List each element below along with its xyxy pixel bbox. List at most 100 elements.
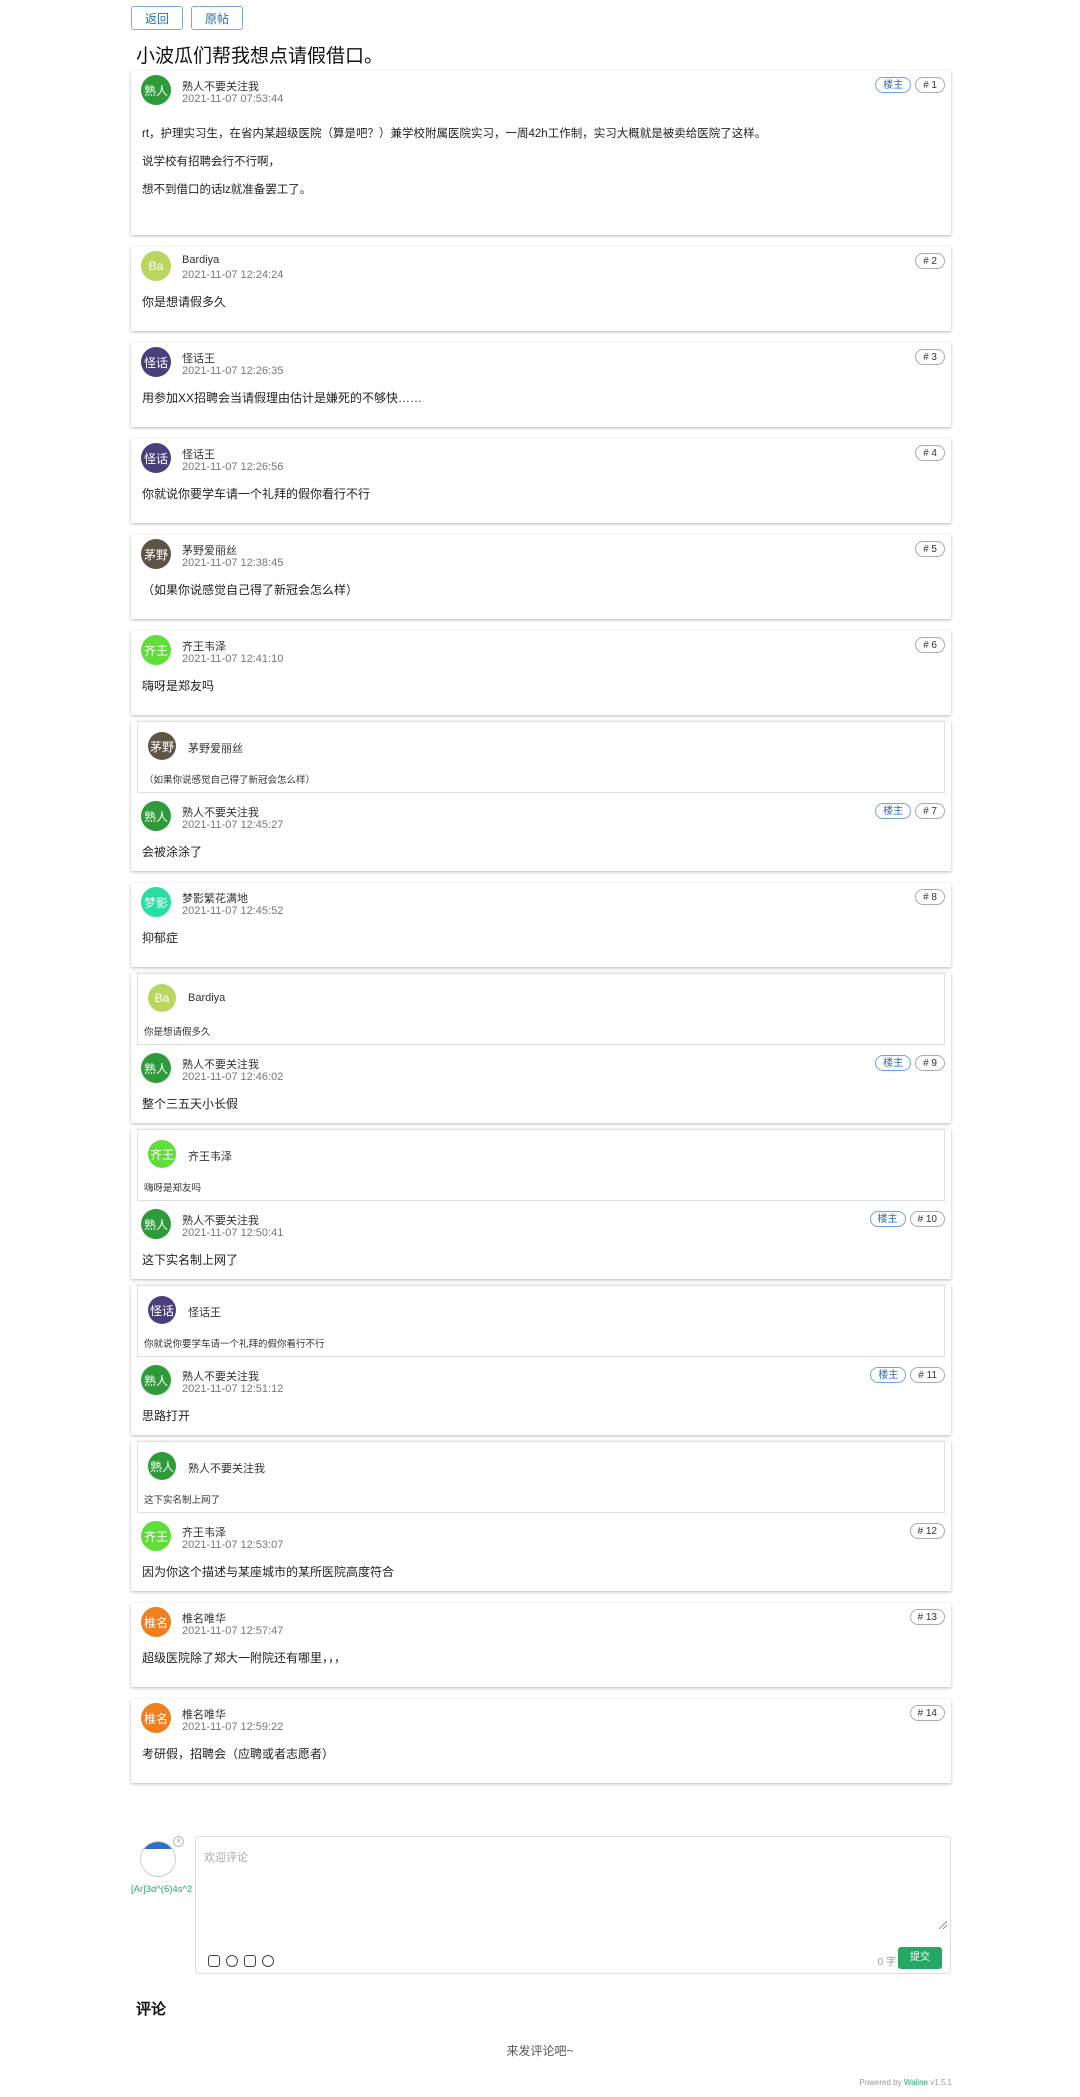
avatar[interactable]: 椎名 bbox=[141, 1607, 171, 1637]
post-header: 怪话 怪话王 2021-11-07 12:26:35 # 3 bbox=[131, 343, 951, 383]
floor-number[interactable]: # 12 bbox=[909, 1523, 945, 1539]
post-header: 熟人 熟人不要关注我 2021-11-07 12:45:27 楼主 # 7 bbox=[131, 797, 951, 837]
post-content: 用参加XX招聘会当请假理由估计是嫌死的不够快…… bbox=[131, 383, 951, 427]
floor-number[interactable]: # 5 bbox=[915, 541, 945, 557]
post-time: 2021-11-07 12:41:10 bbox=[182, 653, 284, 665]
post-content: 嗨呀是郑友吗 bbox=[131, 671, 951, 715]
quote-avatar: 齐王 bbox=[148, 1140, 176, 1168]
floor-number[interactable]: # 1 bbox=[915, 77, 945, 93]
floor-number[interactable]: # 4 bbox=[915, 445, 945, 461]
comment-post: 熟人 熟人不要关注我 这下实名制上网了 齐王 齐王韦泽 2021-11-07 12:53:… bbox=[131, 1441, 951, 1591]
content-paragraph: 因为你这个描述与某座城市的某所医院高度符合 bbox=[142, 1565, 395, 1579]
avatar[interactable]: 茅野 bbox=[141, 539, 171, 569]
powered-prefix: Powered by bbox=[859, 2078, 904, 2087]
avatar[interactable]: 熟人 bbox=[141, 75, 171, 105]
op-badge: 楼主 bbox=[870, 1367, 907, 1383]
submit-button[interactable]: 提交 bbox=[898, 1947, 942, 1969]
close-icon[interactable]: × bbox=[173, 1836, 184, 1847]
avatar[interactable]: 熟人 bbox=[141, 1365, 171, 1395]
avatar[interactable]: 椎名 bbox=[141, 1703, 171, 1733]
post-header: Ba Bardiya 2021-11-07 12:24:24 # 2 bbox=[131, 247, 951, 287]
back-button[interactable]: 返回 bbox=[131, 6, 184, 30]
author-name[interactable]: 熟人不要关注我 bbox=[182, 1212, 259, 1228]
powered-by: Powered by Waline v1.5.1 bbox=[859, 2078, 952, 2087]
author-name[interactable]: 椎名唯华 bbox=[182, 1706, 226, 1722]
post-header: 熟人 熟人不要关注我 2021-11-07 07:53:44 楼主 # 1 bbox=[131, 71, 951, 111]
author-name[interactable]: 齐王韦泽 bbox=[182, 638, 226, 654]
thread-title: 小波瓜们帮我想点请假借口。 bbox=[136, 46, 384, 67]
author-name[interactable]: 怪话王 bbox=[182, 446, 215, 462]
post-badges: # 3 bbox=[915, 349, 945, 365]
author-name[interactable]: 熟人不要关注我 bbox=[182, 1368, 259, 1384]
author-name[interactable]: Bardiya bbox=[182, 254, 219, 266]
author-name[interactable]: 熟人不要关注我 bbox=[182, 1056, 259, 1072]
avatar[interactable]: 怪话 bbox=[141, 347, 171, 377]
post-time: 2021-11-07 12:26:56 bbox=[182, 461, 284, 473]
comment-post: Ba Bardiya 你是想请假多久 熟人 熟人不要关注我 2021-11-07 12:4… bbox=[131, 973, 951, 1123]
avatar[interactable]: 齐王 bbox=[141, 635, 171, 665]
floor-number[interactable]: # 11 bbox=[910, 1367, 945, 1383]
waline-link[interactable]: Waline bbox=[904, 2078, 928, 2087]
post-content: 这下实名制上网了 bbox=[131, 1245, 951, 1279]
comments-heading: 评论 bbox=[136, 2001, 167, 2018]
emoji-icon[interactable] bbox=[226, 1955, 238, 1967]
content-paragraph: （如果你说感觉自己得了新冠会怎么样） bbox=[142, 583, 359, 597]
post-time: 2021-11-07 12:46:02 bbox=[182, 1071, 284, 1083]
author-name[interactable]: 椎名唯华 bbox=[182, 1610, 226, 1626]
post-badges: # 14 bbox=[909, 1705, 945, 1721]
author-name[interactable]: 熟人不要关注我 bbox=[182, 804, 259, 820]
floor-number[interactable]: # 6 bbox=[915, 637, 945, 653]
avatar[interactable]: 梦影 bbox=[141, 887, 171, 917]
author-name[interactable]: 齐王韦泽 bbox=[182, 1524, 226, 1540]
quote-author: 怪话王 bbox=[188, 1307, 221, 1319]
quoted-comment: 茅野 茅野爱丽丝 （如果你说感觉自己得了新冠会怎么样） bbox=[137, 721, 945, 793]
avatar[interactable]: 熟人 bbox=[141, 1053, 171, 1083]
quote-author: 茅野爱丽丝 bbox=[188, 743, 243, 755]
avatar[interactable]: 怪话 bbox=[141, 443, 171, 473]
author-name[interactable]: 梦影繁花满地 bbox=[182, 890, 248, 906]
content-paragraph: 想不到借口的话lz就准备罢工了。 bbox=[142, 184, 312, 196]
floor-number[interactable]: # 7 bbox=[915, 803, 945, 819]
comment-post: 齐王 齐王韦泽 嗨呀是郑友吗 熟人 熟人不要关注我 2021-11-07 12:50:41… bbox=[131, 1129, 951, 1279]
floor-number[interactable]: # 13 bbox=[909, 1609, 945, 1625]
floor-number[interactable]: # 2 bbox=[915, 253, 945, 269]
author-name[interactable]: 茅野爱丽丝 bbox=[182, 542, 237, 558]
post-content: 整个三五天小长假 bbox=[131, 1089, 951, 1123]
post-list: 熟人 熟人不要关注我 2021-11-07 07:53:44 楼主 # 1 rt，护理实习… bbox=[131, 71, 951, 1783]
quote-text: 你是想请假多久 bbox=[144, 1027, 211, 1038]
avatar[interactable]: 熟人 bbox=[141, 1209, 171, 1239]
post-time: 2021-11-07 12:53:07 bbox=[182, 1539, 284, 1551]
avatar[interactable]: 齐王 bbox=[141, 1521, 171, 1551]
content-paragraph: 抑郁症 bbox=[142, 931, 179, 945]
mention-icon[interactable] bbox=[262, 1955, 274, 1967]
post-content: 因为你这个描述与某座城市的某所医院高度符合 bbox=[131, 1557, 951, 1591]
floor-number[interactable]: # 14 bbox=[909, 1705, 945, 1721]
author-name[interactable]: 怪话王 bbox=[182, 350, 215, 366]
floor-number[interactable]: # 10 bbox=[909, 1211, 945, 1227]
author-name[interactable]: 熟人不要关注我 bbox=[182, 78, 259, 94]
comment-post: 椎名 椎名唯华 2021-11-07 12:59:22 # 14 考研假，招聘会（应聘或… bbox=[131, 1699, 951, 1783]
floor-number[interactable]: # 9 bbox=[915, 1055, 945, 1071]
user-avatar[interactable] bbox=[140, 1841, 176, 1877]
post-header: 熟人 熟人不要关注我 2021-11-07 12:50:41 楼主 # 10 bbox=[131, 1205, 951, 1245]
content-paragraph: 嗨呀是郑友吗 bbox=[142, 679, 215, 693]
markdown-icon[interactable] bbox=[208, 1955, 220, 1967]
image-icon[interactable] bbox=[244, 1955, 256, 1967]
op-badge: 楼主 bbox=[875, 77, 912, 93]
post-content: 超级医院除了郑大一附院还有哪里，，， bbox=[131, 1643, 951, 1687]
resize-handle-icon[interactable] bbox=[939, 1921, 947, 1929]
thread: 小波瓜们帮我想点请假借口。 熟人 熟人不要关注我 2021-11-07 07:53:… bbox=[131, 38, 951, 1789]
floor-number[interactable]: # 3 bbox=[915, 349, 945, 365]
quote-avatar: 茅野 bbox=[148, 732, 176, 760]
post-badges: # 4 bbox=[915, 445, 945, 461]
post-time: 2021-11-07 07:53:44 bbox=[182, 93, 284, 105]
op-badge: 楼主 bbox=[875, 1055, 912, 1071]
floor-number[interactable]: # 8 bbox=[915, 889, 945, 905]
avatar[interactable]: Ba bbox=[141, 251, 171, 281]
post-content: 考研假，招聘会（应聘或者志愿者） bbox=[131, 1739, 951, 1783]
comment-textarea[interactable]: 欢迎评论 0 字 提交 bbox=[195, 1836, 951, 1974]
avatar[interactable]: 熟人 bbox=[141, 801, 171, 831]
word-count: 0 字 bbox=[877, 1957, 896, 1968]
quoted-comment: 齐王 齐王韦泽 嗨呀是郑友吗 bbox=[137, 1129, 945, 1201]
original-post-button[interactable]: 原帖 bbox=[191, 6, 244, 30]
